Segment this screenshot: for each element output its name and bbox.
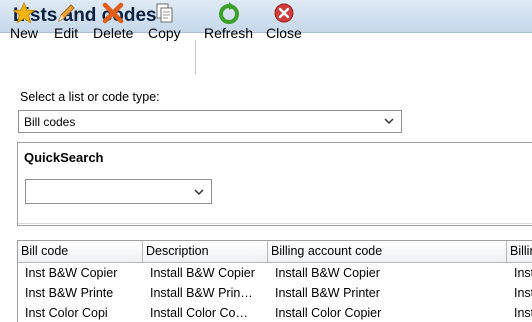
list-type-label: Select a list or code type: <box>20 90 160 104</box>
star-icon <box>12 2 36 24</box>
refresh-icon <box>218 2 239 24</box>
panel-divider <box>18 223 532 224</box>
close-icon <box>274 3 294 23</box>
chevron-down-icon[interactable] <box>383 115 395 127</box>
table-cell: Install B&W Printer <box>275 286 380 300</box>
close-button[interactable]: Close <box>266 2 302 41</box>
table-cell: Install B&W Copier <box>275 266 380 280</box>
pencil-icon <box>58 4 75 23</box>
list-type-value: Bill codes <box>24 115 76 129</box>
bill-codes-table: Bill code Description Billing account co… <box>17 240 532 322</box>
table-header: Bill code Description Billing account co… <box>18 241 532 263</box>
table-cell: Inst B&W Printe <box>25 286 114 300</box>
table-row[interactable]: Inst Color Copi Install Color Co… Instal… <box>18 303 532 322</box>
column-header-billing-account-code[interactable]: Billing account code <box>268 241 507 262</box>
quicksearch-title: QuickSearch <box>24 150 104 165</box>
table-row[interactable]: Inst B&W Copier Install B&W Copier Insta… <box>18 263 532 283</box>
table-cell: Install B&W Copier <box>150 266 255 280</box>
table-cell: Inst <box>514 266 532 280</box>
quicksearch-select[interactable] <box>25 179 212 204</box>
table-row[interactable]: Inst B&W Printe Install B&W Prin… Instal… <box>18 283 532 303</box>
table-cell: Inst <box>514 286 532 300</box>
table-cell: Inst <box>514 306 532 320</box>
delete-x-icon <box>102 2 124 24</box>
column-header-billing[interactable]: Billin <box>507 241 532 262</box>
table-cell: Install Color Co… <box>150 306 248 320</box>
toolbar-separator <box>195 40 196 74</box>
edit-button[interactable]: Edit <box>54 2 78 41</box>
column-header-bill-code[interactable]: Bill code <box>18 241 143 262</box>
chevron-down-icon[interactable] <box>193 186 205 198</box>
table-cell: Inst Color Copi <box>25 306 108 320</box>
list-type-select[interactable]: Bill codes <box>18 110 402 133</box>
refresh-button[interactable]: Refresh <box>204 2 253 41</box>
table-cell: Inst B&W Copier <box>25 266 118 280</box>
delete-button[interactable]: Delete <box>93 2 133 41</box>
new-button[interactable]: New <box>10 2 38 41</box>
table-cell: Install B&W Prin… <box>150 286 253 300</box>
copy-button[interactable]: Copy <box>148 2 181 41</box>
quicksearch-panel: QuickSearch <box>17 142 532 226</box>
column-header-description[interactable]: Description <box>143 241 268 262</box>
copy-icon <box>156 3 173 23</box>
table-cell: Install Color Copier <box>275 306 382 320</box>
